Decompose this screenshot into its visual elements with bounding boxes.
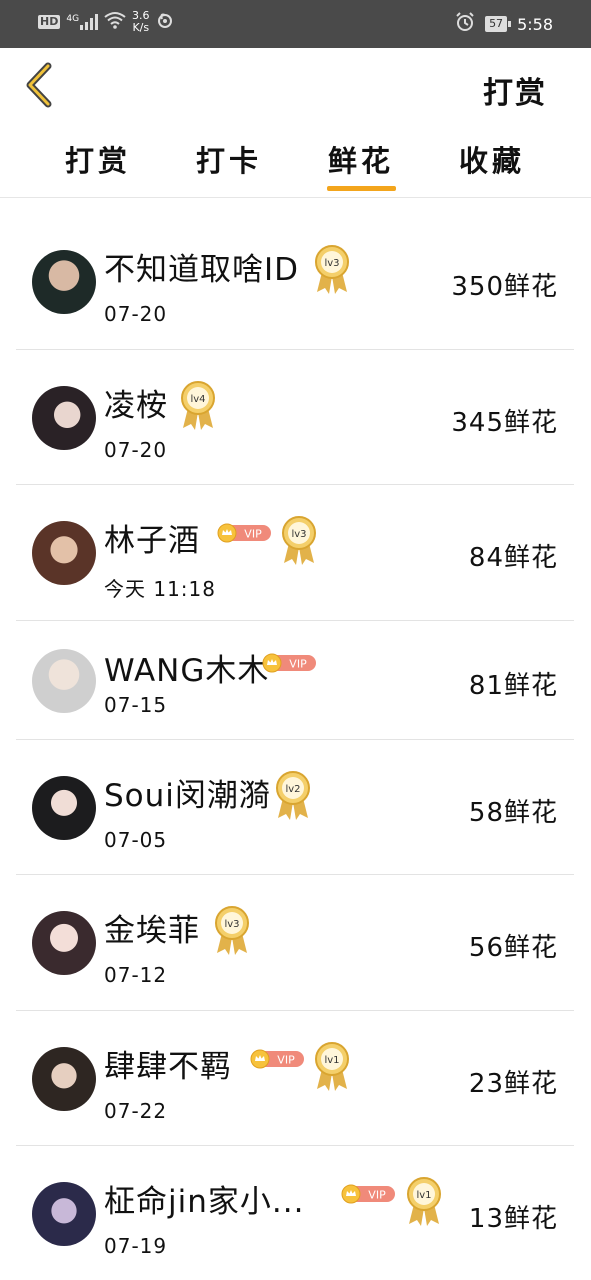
hd-badge: HD: [38, 15, 61, 29]
user-name: 柾命jin家小...: [104, 1184, 305, 1220]
tab-checkin[interactable]: 打卡: [184, 138, 274, 180]
network-type: 4G: [66, 14, 80, 24]
flower-ranking-list: 不知道取啥ID lv3 07-20 350鲜花 凌桉 lv4 07-20 345…: [16, 214, 574, 1280]
svg-text:lv1: lv1: [416, 1190, 431, 1201]
list-item[interactable]: 肆肆不羁 VIP lv1 07-22 23鲜花: [16, 1011, 574, 1146]
svg-text:lv3: lv3: [224, 919, 239, 930]
tab-bar: 打赏 打卡 鲜花 收藏: [0, 124, 591, 198]
svg-text:lv4: lv4: [190, 394, 205, 405]
date-label: 07-05: [104, 827, 168, 852]
avatar: [32, 385, 96, 450]
back-button[interactable]: [20, 62, 60, 108]
list-item[interactable]: 林子酒 VIP lv3 今天 11:18 84鲜花: [16, 485, 574, 621]
svg-text:lv1: lv1: [324, 1055, 339, 1066]
level-badge-icon: lv2: [276, 770, 310, 820]
svg-text:lv3: lv3: [291, 529, 306, 540]
status-left: HD 4G 3.6 K/s: [38, 10, 174, 34]
date-label: 07-19: [104, 1234, 168, 1258]
avatar: [32, 775, 96, 840]
avatar: [32, 250, 96, 314]
avatar: [32, 1046, 96, 1111]
user-name: 肆肆不羁: [104, 1048, 232, 1085]
level-badge-icon: lv1: [407, 1177, 441, 1226]
flower-amount: 81鲜花: [468, 670, 558, 701]
level-badge-icon: lv4: [181, 380, 215, 430]
list-item[interactable]: 金埃菲 lv3 07-12 56鲜花: [16, 875, 574, 1011]
svg-text:VIP: VIP: [368, 1189, 386, 1202]
alarm-icon: [455, 12, 475, 36]
clock: 5:58: [517, 14, 553, 34]
battery-icon: 57: [485, 16, 512, 32]
page-title: 打赏: [483, 76, 547, 111]
level-badge-icon: lv3: [315, 245, 349, 294]
list-item[interactable]: 不知道取啥ID lv3 07-20 350鲜花: [16, 214, 574, 350]
level-badge-icon: lv3: [282, 516, 316, 565]
avatar: [32, 521, 96, 585]
flower-amount: 56鲜花: [468, 933, 558, 963]
list-item[interactable]: 柾命jin家小... VIP lv1 07-19 13鲜花: [16, 1146, 574, 1280]
date-label: 07-22: [104, 1098, 168, 1123]
header: 打赏: [0, 48, 591, 124]
vip-badge-icon: VIP: [341, 1184, 395, 1204]
level-badge-icon: lv3: [215, 906, 249, 955]
list-item[interactable]: 凌桉 lv4 07-20 345鲜花: [16, 350, 574, 485]
list-item[interactable]: Soui闵潮漪 lv2 07-05 58鲜花: [16, 740, 574, 875]
avatar: [32, 911, 96, 975]
app-notification-icon: [156, 11, 174, 33]
level-badge-icon: lv1: [315, 1041, 349, 1091]
status-bar: HD 4G 3.6 K/s 57 5:58: [0, 0, 591, 48]
date-label: 07-15: [104, 692, 168, 717]
svg-text:lv2: lv2: [285, 784, 300, 795]
user-name: 金埃菲: [104, 913, 200, 949]
date-label: 07-20: [104, 437, 168, 462]
flower-amount: 350鲜花: [451, 272, 558, 302]
svg-text:VIP: VIP: [289, 657, 307, 670]
net-speed: 3.6 K/s: [132, 10, 150, 34]
svg-text:VIP: VIP: [244, 528, 262, 541]
flower-amount: 58鲜花: [468, 797, 558, 828]
date-label: 07-20: [104, 302, 168, 326]
chevron-left-icon: [26, 62, 52, 108]
date-label: 07-12: [104, 963, 168, 987]
user-name: Soui闵潮漪: [104, 777, 271, 814]
svg-text:VIP: VIP: [277, 1053, 295, 1066]
vip-badge-icon: VIP: [217, 523, 271, 543]
active-tab-indicator: [327, 186, 396, 191]
user-name: 凌桉: [104, 387, 168, 424]
signal-icon: 4G: [66, 14, 99, 30]
flower-amount: 23鲜花: [468, 1068, 558, 1099]
tab-flowers[interactable]: 鲜花: [316, 138, 406, 180]
tab-favorites[interactable]: 收藏: [447, 138, 537, 180]
user-name: WANG木木: [104, 652, 270, 689]
vip-badge-icon: VIP: [250, 1049, 304, 1068]
avatar: [32, 648, 96, 713]
user-name: 不知道取啥ID: [104, 252, 300, 288]
user-name: 林子酒: [104, 523, 200, 559]
date-label: 今天 11:18: [104, 577, 216, 601]
list-item[interactable]: WANG木木 VIP 07-15 81鲜花: [16, 621, 574, 740]
wifi-icon: [104, 11, 126, 33]
vip-badge-icon: VIP: [262, 653, 316, 672]
net-speed-unit: K/s: [132, 21, 150, 34]
flower-amount: 84鲜花: [468, 543, 558, 573]
flower-amount: 13鲜花: [468, 1204, 558, 1234]
svg-text:lv3: lv3: [324, 258, 339, 269]
flower-amount: 345鲜花: [451, 407, 558, 438]
tab-reward[interactable]: 打赏: [53, 138, 143, 180]
avatar: [32, 1182, 96, 1246]
status-right: 57 5:58: [455, 12, 553, 36]
